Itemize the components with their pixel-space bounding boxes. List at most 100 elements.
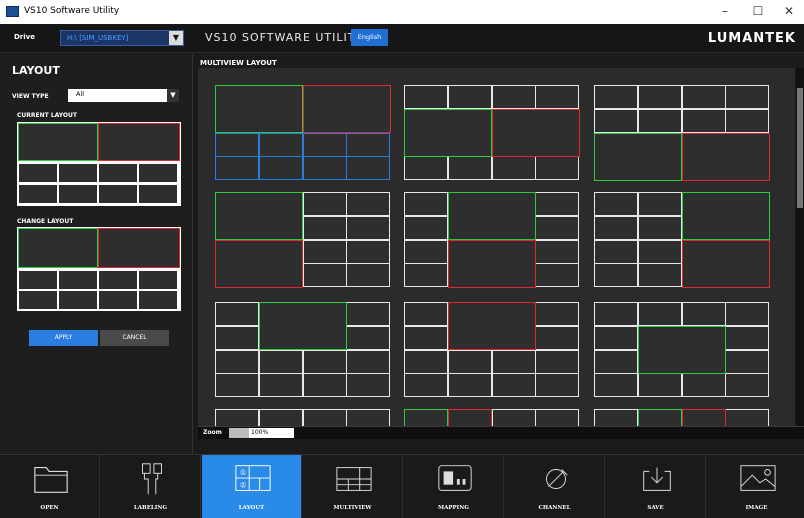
layout-cell — [18, 123, 98, 161]
cancel-button[interactable]: CANCEL — [100, 330, 169, 346]
layout-cell — [347, 241, 389, 263]
layout-cell — [595, 110, 637, 132]
layout-cell — [639, 264, 681, 286]
layout-cell — [216, 410, 258, 426]
drive-select[interactable]: H:\ [SIM_USBKEY] ▼ — [60, 30, 184, 46]
layout-cell — [682, 240, 770, 288]
layout-cell — [216, 303, 258, 325]
layout-cell — [449, 86, 491, 108]
toolbar-label: LAYOUT — [238, 505, 265, 511]
layout-cell — [347, 264, 389, 286]
layout-cell — [638, 409, 682, 426]
layout-cell — [347, 303, 389, 325]
layout-thumbnail[interactable] — [594, 302, 769, 397]
toolbar-item-image[interactable]: IMAGE — [707, 455, 804, 518]
layout-cell — [139, 185, 177, 203]
toolbar-label: CHANNEL — [538, 505, 571, 511]
layout-cell — [639, 110, 681, 132]
toolbar-label: MULTIVIEW — [333, 505, 372, 511]
layout-cell — [99, 164, 137, 182]
brand-logo: LUMANTEK — [707, 31, 796, 46]
layout-cell — [347, 193, 389, 215]
maximize-button[interactable]: ☐ — [747, 4, 769, 18]
layout-thumbnail[interactable] — [215, 192, 390, 288]
layout-thumbnail[interactable] — [594, 85, 770, 181]
zoom-bar: Zoom 100% — [198, 426, 804, 439]
drive-label: Drive — [14, 33, 35, 41]
layout-cell — [215, 85, 303, 133]
layout-cell — [639, 241, 681, 263]
layout-cell — [19, 271, 57, 289]
layout-grid-icon: ①② — [234, 461, 272, 497]
layout-cell — [536, 157, 578, 179]
toolbar-item-channel[interactable]: CHANNEL — [505, 455, 605, 518]
layout-cell — [405, 303, 447, 325]
layout-cell — [304, 374, 346, 396]
layout-cell — [448, 409, 492, 426]
chevron-down-icon[interactable]: ▼ — [167, 89, 179, 102]
layout-cell — [347, 351, 389, 373]
view-type-value: All — [76, 90, 85, 98]
layout-cell — [347, 327, 389, 349]
layout-cell — [215, 156, 259, 180]
layout-cell — [726, 110, 768, 132]
scrollbar-thumb[interactable] — [797, 88, 803, 208]
layout-cell — [98, 228, 180, 268]
layout-cell — [259, 302, 347, 350]
layout-cell — [595, 374, 637, 396]
layout-cell — [536, 217, 578, 239]
toolbar-item-labeling[interactable]: LABELING — [101, 455, 201, 518]
current-layout-preview — [17, 122, 181, 206]
layout-cell — [639, 217, 681, 239]
apply-button[interactable]: APPLY — [29, 330, 98, 346]
toolbar-item-multiview[interactable]: MULTIVIEW — [303, 455, 403, 518]
layout-cell — [99, 185, 137, 203]
language-button[interactable]: English — [351, 29, 388, 46]
chevron-down-icon[interactable]: ▼ — [169, 31, 183, 45]
layout-cell — [304, 241, 346, 263]
layout-cell — [449, 374, 491, 396]
toolbar-item-mapping[interactable]: MAPPING — [404, 455, 504, 518]
layout-cell — [595, 217, 637, 239]
layout-thumbnail[interactable] — [594, 409, 769, 426]
view-type-select[interactable]: All ▼ — [68, 89, 179, 102]
layout-cell — [303, 156, 347, 180]
close-button[interactable]: ✕ — [778, 4, 800, 18]
layout-thumbnail[interactable] — [404, 302, 579, 397]
top-bar: Drive H:\ [SIM_USBKEY] ▼ VS10 SOFTWARE U… — [0, 24, 804, 53]
zoom-slider[interactable]: 100% — [229, 428, 294, 438]
view-type-label: VIEW TYPE — [12, 93, 49, 100]
drive-value: H:\ [SIM_USBKEY] — [67, 34, 129, 42]
layout-cell — [304, 264, 346, 286]
layout-thumbnail-grid[interactable] — [198, 68, 795, 426]
layout-cell — [405, 241, 447, 263]
layout-thumbnail[interactable] — [594, 192, 770, 288]
layout-thumbnail[interactable] — [215, 302, 390, 397]
layout-thumbnail[interactable] — [215, 85, 391, 180]
layout-thumbnail[interactable] — [404, 85, 580, 180]
vertical-scrollbar[interactable] — [796, 68, 804, 426]
toolbar-item-save[interactable]: SAVE — [606, 455, 706, 518]
layout-cell — [536, 193, 578, 215]
layout-cell — [682, 133, 770, 181]
minimize-button[interactable]: – — [714, 4, 736, 18]
layout-cell — [19, 291, 57, 309]
layout-cell — [260, 351, 302, 373]
change-layout-preview — [17, 227, 181, 311]
window-title: VS10 Software Utility — [24, 6, 120, 16]
layout-cell — [139, 164, 177, 182]
zoom-slider-fill — [229, 428, 249, 438]
layout-cell — [304, 410, 346, 426]
layout-cell — [595, 327, 637, 349]
layout-cell — [59, 291, 97, 309]
layout-cell — [536, 410, 578, 426]
layout-cell — [536, 327, 578, 349]
layout-cell — [595, 264, 637, 286]
layout-thumbnail[interactable] — [215, 409, 390, 426]
layout-thumbnail[interactable] — [404, 192, 579, 288]
layout-cell — [259, 133, 303, 157]
layout-cell — [726, 410, 768, 426]
toolbar-item-open[interactable]: OPEN — [0, 455, 100, 518]
toolbar-item-layout[interactable]: ① ② LAYOUT — [202, 455, 302, 518]
layout-thumbnail[interactable] — [404, 409, 579, 426]
